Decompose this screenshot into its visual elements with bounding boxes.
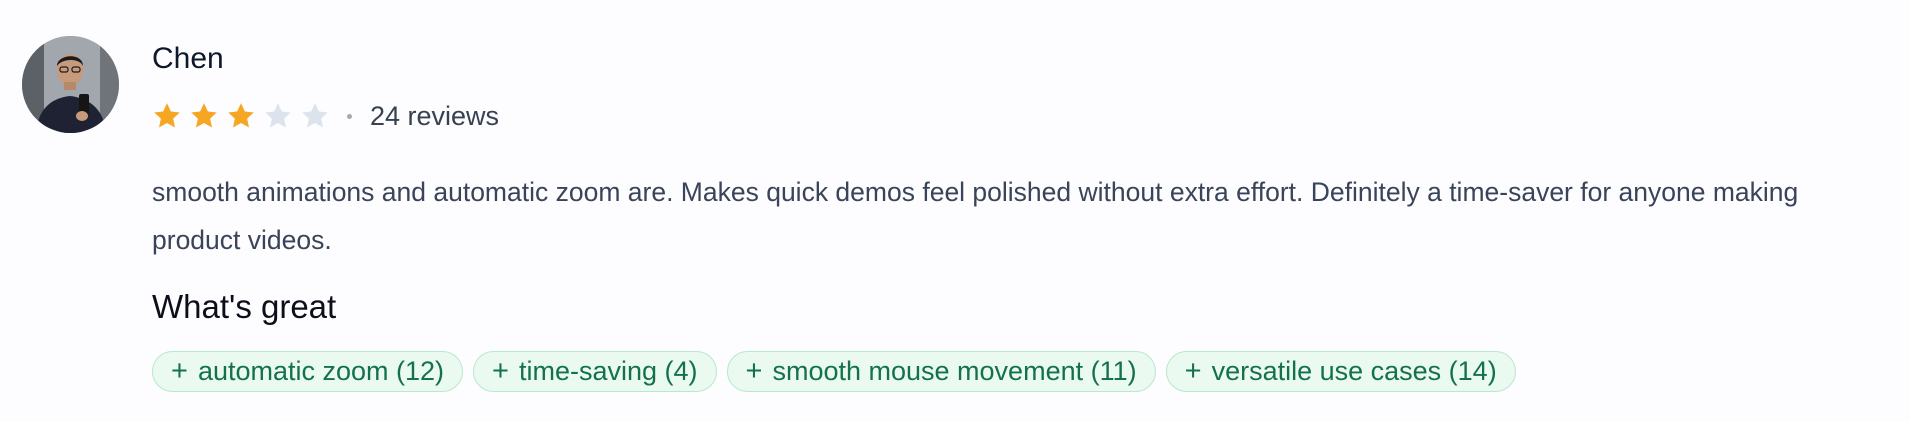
plus-icon: +: [745, 355, 763, 387]
tag-chip[interactable]: + automatic zoom (12): [152, 351, 464, 392]
tag-label: smooth mouse movement (11): [772, 356, 1137, 386]
review-body: smooth animations and automatic zoom are…: [152, 177, 1799, 255]
tag-chip[interactable]: + versatile use cases (14): [1165, 351, 1516, 392]
star-empty-icon: [302, 103, 328, 128]
plus-icon: +: [492, 355, 509, 387]
avatar[interactable]: [22, 36, 119, 133]
star-filled-icon: [228, 103, 254, 128]
tag-chip[interactable]: + time-saving (4): [473, 351, 717, 392]
plus-icon: +: [171, 355, 188, 387]
tag-label: automatic zoom (12): [197, 356, 445, 386]
review-count[interactable]: 24 reviews: [370, 101, 499, 132]
separator-dot: [347, 113, 352, 119]
rating-row: 24 reviews: [152, 98, 499, 134]
star-filled-icon: [191, 103, 217, 128]
plus-icon: +: [1184, 355, 1202, 387]
review-card: Chen 24 reviews smooth animations and au…: [0, 0, 1910, 422]
tag-label: time-saving (4): [518, 356, 698, 386]
star-rating: [152, 101, 337, 131]
whats-great-tags: + automatic zoom (12) + time-saving (4) + smo…: [152, 351, 1516, 392]
tag-chip[interactable]: + smooth mouse movement (11): [726, 351, 1156, 392]
star-empty-icon: [265, 103, 291, 128]
whats-great-heading: What's great: [152, 288, 337, 325]
star-filled-icon: [154, 103, 180, 128]
tag-label: versatile use cases (14): [1211, 356, 1497, 386]
author-name[interactable]: Chen: [152, 42, 224, 76]
